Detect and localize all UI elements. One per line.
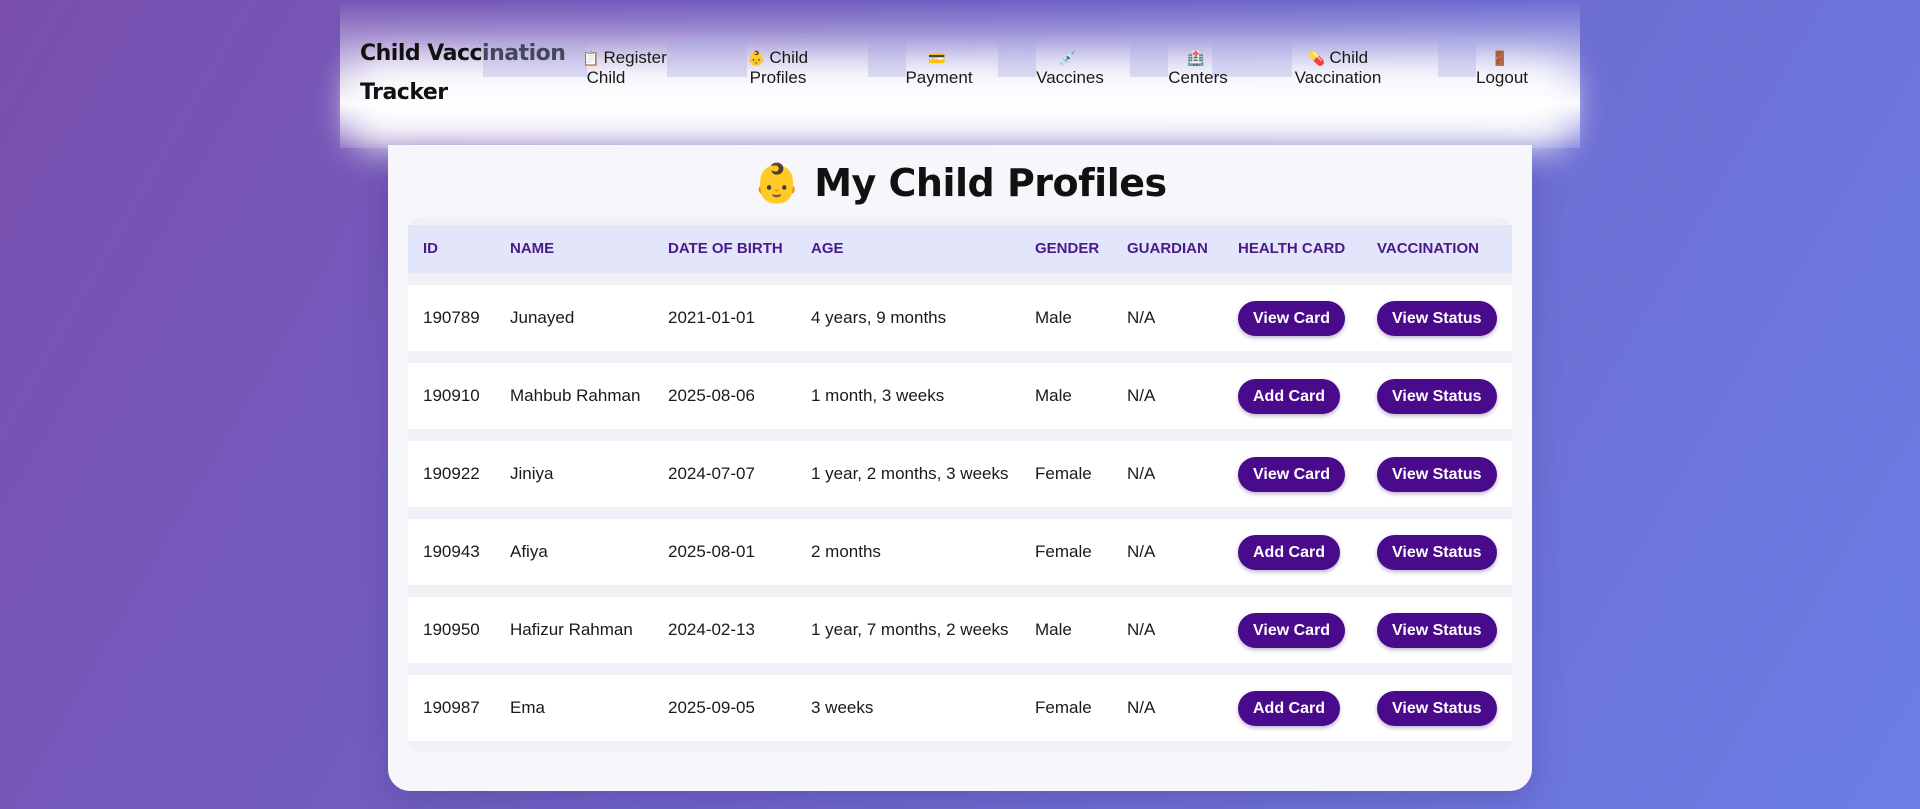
nav-register-child[interactable]: 📋 Register Child	[582, 48, 667, 88]
view-card-button[interactable]: View Card	[1238, 301, 1346, 336]
cell-name: Hafizur Rahman	[510, 620, 633, 639]
nav-child-vaccination[interactable]: 💊 Child Vaccination	[1290, 48, 1386, 88]
cell-dob: 2025-09-05	[668, 698, 755, 717]
header-health-card: HEALTH CARD	[1238, 240, 1346, 257]
clipboard-icon: 📋	[582, 50, 600, 66]
baby-face-icon: 👶	[753, 161, 801, 205]
table-row: 190910 Mahbub Rahman 2025-08-06 1 month,…	[408, 363, 1512, 429]
header-guardian: GUARDIAN	[1127, 240, 1208, 257]
table-row: 190789 Junayed 2021-01-01 4 years, 9 mon…	[408, 285, 1512, 351]
header-gender: GENDER	[1035, 240, 1100, 257]
hospital-icon: 🏥	[1187, 50, 1205, 66]
nav-highlight	[667, 41, 747, 77]
nav-label: Child	[769, 48, 809, 67]
nav-label: Profiles	[749, 68, 807, 87]
header-id: ID	[423, 240, 438, 257]
table-row: 190943 Afiya 2025-08-01 2 months Female …	[408, 519, 1512, 585]
cell-dob: 2024-02-13	[668, 620, 755, 639]
cell-name: Afiya	[510, 542, 548, 561]
cell-age: 2 months	[811, 542, 881, 561]
cell-gender: Male	[1035, 620, 1072, 639]
nav-label: Register	[603, 48, 667, 67]
cell-guardian: N/A	[1127, 386, 1156, 405]
add-card-button[interactable]: Add Card	[1238, 535, 1340, 570]
cell-guardian: N/A	[1127, 464, 1156, 483]
table-row: 190987 Ema 2025-09-05 3 weeks Female N/A…	[408, 675, 1512, 741]
table-row: 190950 Hafizur Rahman 2024-02-13 1 year,…	[408, 597, 1512, 663]
nav-logout[interactable]: 🚪 Logout	[1470, 48, 1534, 88]
view-card-button[interactable]: View Card	[1238, 613, 1346, 648]
cell-guardian: N/A	[1127, 542, 1156, 561]
cell-id: 190943	[423, 542, 480, 561]
profiles-card: 👶 My Child Profiles ID NAME DATE OF BIRTH…	[388, 145, 1532, 791]
cell-dob: 2024-07-07	[668, 464, 755, 483]
nav-centers[interactable]: 🏥 Centers	[1162, 48, 1234, 88]
nav-label: Centers	[1168, 68, 1228, 87]
cell-guardian: N/A	[1127, 698, 1156, 717]
nav-label: Child	[586, 68, 626, 87]
nav-highlight	[483, 41, 587, 77]
cell-name: Jiniya	[510, 464, 554, 483]
view-status-button[interactable]: View Status	[1377, 457, 1497, 492]
cell-id: 190922	[423, 464, 480, 483]
cell-gender: Female	[1035, 698, 1092, 717]
cell-dob: 2025-08-06	[668, 386, 755, 405]
cell-age: 3 weeks	[811, 698, 874, 717]
nav-label: Vaccination	[1294, 68, 1382, 87]
nav-label: Vaccines	[1036, 68, 1104, 87]
nav-label: Logout	[1476, 68, 1528, 87]
page-title: 👶 My Child Profiles	[388, 143, 1532, 223]
page-title-text: My Child Profiles	[814, 161, 1167, 205]
header-dob: DATE OF BIRTH	[668, 240, 783, 257]
nav-payment[interactable]: 💳 Payment	[900, 48, 978, 88]
cell-name: Ema	[510, 698, 545, 717]
baby-icon: 👶	[747, 50, 766, 66]
cell-name: Mahbub Rahman	[510, 386, 641, 405]
header-name: NAME	[510, 240, 555, 257]
cell-guardian: N/A	[1127, 620, 1156, 639]
cell-guardian: N/A	[1127, 308, 1156, 327]
view-status-button[interactable]: View Status	[1377, 535, 1497, 570]
view-status-button[interactable]: View Status	[1377, 379, 1497, 414]
add-card-button[interactable]: Add Card	[1238, 379, 1340, 414]
cell-id: 190910	[423, 386, 480, 405]
cell-age: 1 year, 2 months, 3 weeks	[811, 464, 1009, 483]
cell-dob: 2021-01-01	[668, 308, 755, 327]
door-icon: 🚪	[1491, 50, 1509, 66]
syringe-icon: 💉	[1059, 50, 1077, 66]
nav-vaccines[interactable]: 💉 Vaccines	[1030, 48, 1110, 88]
pill-icon: 💊	[1307, 50, 1326, 66]
cell-age: 1 month, 3 weeks	[811, 386, 945, 405]
cell-age: 4 years, 9 months	[811, 308, 947, 327]
view-status-button[interactable]: View Status	[1377, 301, 1497, 336]
cell-gender: Female	[1035, 464, 1092, 483]
add-card-button[interactable]: Add Card	[1238, 691, 1340, 726]
profiles-table: ID NAME DATE OF BIRTH AGE GENDER GUARDIA…	[408, 217, 1512, 752]
header-vaccination: VACCINATION	[1377, 240, 1479, 257]
view-card-button[interactable]: View Card	[1238, 457, 1346, 492]
nav-label: Payment	[905, 68, 973, 87]
nav-child-profiles[interactable]: 👶 Child Profiles	[740, 48, 816, 88]
cell-age: 1 year, 7 months, 2 weeks	[811, 620, 1009, 639]
cell-id: 190987	[423, 698, 480, 717]
table-row: 190922 Jiniya 2024-07-07 1 year, 2 month…	[408, 441, 1512, 507]
nav-label: Child	[1329, 48, 1369, 67]
view-status-button[interactable]: View Status	[1377, 613, 1497, 648]
cell-gender: Female	[1035, 542, 1092, 561]
table-header: ID NAME DATE OF BIRTH AGE GENDER GUARDIA…	[408, 225, 1512, 273]
header-age: AGE	[811, 240, 844, 257]
cell-gender: Male	[1035, 308, 1072, 327]
view-status-button[interactable]: View Status	[1377, 691, 1497, 726]
cell-id: 190789	[423, 308, 480, 327]
cell-dob: 2025-08-01	[668, 542, 755, 561]
cell-name: Junayed	[510, 308, 575, 327]
cell-id: 190950	[423, 620, 480, 639]
credit-card-icon: 💳	[928, 50, 946, 66]
cell-gender: Male	[1035, 386, 1072, 405]
